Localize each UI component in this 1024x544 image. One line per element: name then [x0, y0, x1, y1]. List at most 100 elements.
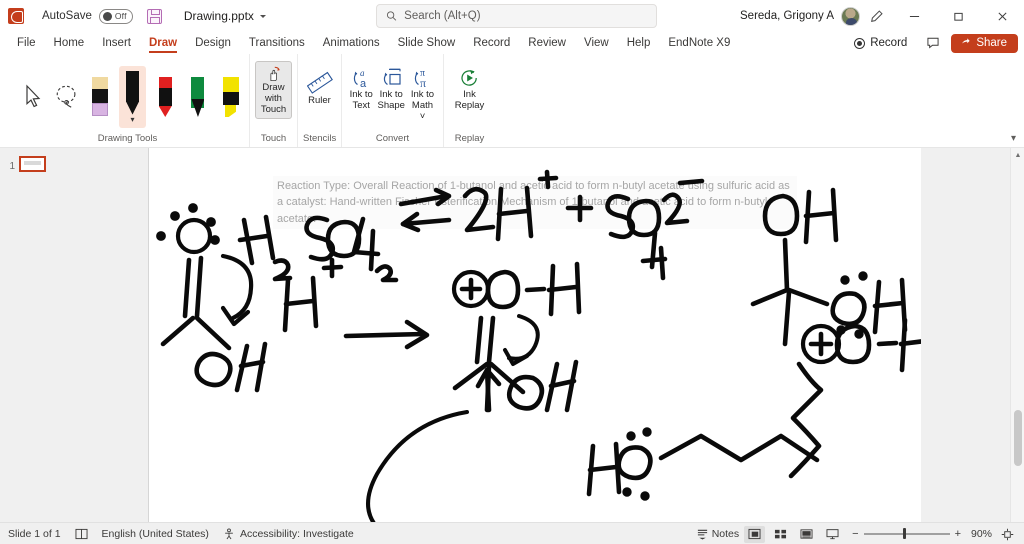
restore-button[interactable] — [936, 0, 980, 32]
document-title[interactable]: Drawing.pptx — [184, 9, 266, 23]
draw-with-touch-button[interactable]: Draw with Touch — [255, 61, 292, 119]
vertical-scrollbar[interactable]: ▲ — [1010, 148, 1024, 522]
ribbon-tab-bar: File Home Insert Draw Design Transitions… — [0, 32, 1024, 54]
scroll-up-arrow-icon[interactable]: ▲ — [1011, 148, 1024, 162]
tab-endnote[interactable]: EndNote X9 — [659, 32, 739, 54]
language-indicator[interactable]: English (United States) — [102, 528, 209, 540]
search-box[interactable] — [376, 4, 657, 28]
tab-file[interactable]: File — [8, 32, 45, 54]
ink-to-math-label: Ink to Math ˅ — [410, 89, 435, 122]
autosave-toggle[interactable]: Off — [98, 8, 133, 24]
tab-animations[interactable]: Animations — [314, 32, 389, 54]
tab-draw[interactable]: Draw — [140, 32, 186, 54]
draw-with-touch-label: Draw with Touch — [260, 82, 287, 116]
zoom-slider[interactable]: − + — [852, 528, 961, 540]
fit-to-window-icon[interactable] — [997, 526, 1018, 543]
highlighter-yellow-icon — [221, 77, 241, 117]
thumbnail-number: 1 — [9, 161, 15, 172]
share-icon — [962, 38, 970, 44]
tab-design[interactable]: Design — [186, 32, 240, 54]
zoom-handle[interactable] — [902, 528, 907, 540]
notes-label: Notes — [711, 528, 740, 540]
slide-sorter-view-button[interactable] — [770, 526, 791, 543]
zoom-in-button[interactable]: + — [955, 528, 961, 540]
search-input[interactable] — [404, 10, 647, 22]
tab-view[interactable]: View — [575, 32, 618, 54]
notes-icon — [697, 529, 707, 540]
slide-canvas-area[interactable]: Reaction Type: Overall Reaction of 1-but… — [149, 148, 1024, 522]
thumbnail-content-preview — [24, 161, 41, 165]
accessibility-label: Accessibility: Investigate — [239, 527, 354, 540]
save-icon[interactable] — [146, 8, 162, 24]
ribbon-group-label-convert: Convert — [375, 133, 410, 144]
eraser-tool[interactable] — [86, 75, 113, 119]
pen-green-icon — [189, 77, 206, 117]
slide-show-button[interactable] — [822, 526, 843, 543]
lasso-select-tool[interactable] — [54, 82, 81, 112]
accessibility-icon — [225, 528, 233, 539]
share-button-label: Share — [976, 36, 1007, 49]
pen-options-chevron-down-icon[interactable]: ▾ — [131, 115, 135, 124]
slide-counter[interactable]: Slide 1 of 1 — [8, 528, 61, 540]
chevron-down-icon[interactable]: ▾ — [1011, 133, 1016, 144]
tab-insert[interactable]: Insert — [93, 32, 140, 54]
minimize-button[interactable] — [892, 0, 936, 32]
ink-to-text-button[interactable]: a a Ink to Text — [347, 61, 375, 114]
ribbon-tab-bar-right: Record Share — [846, 32, 1018, 54]
avatar[interactable] — [841, 6, 860, 26]
zoom-track[interactable] — [863, 528, 950, 540]
notes-button[interactable]: Notes — [696, 528, 739, 540]
ribbon-group-replay: Ink Replay Replay — [443, 54, 495, 147]
ribbon-group-drawing-tools: ▾ Drawing Tools — [6, 54, 249, 147]
ink-to-shape-button[interactable]: Ink to Shape — [375, 61, 406, 114]
chevron-down-icon[interactable] — [259, 14, 266, 18]
notes-page-icon[interactable] — [75, 528, 88, 540]
autosave-state-label: Off — [114, 11, 127, 21]
ink-to-shape-icon — [384, 68, 401, 86]
share-button[interactable]: Share — [951, 33, 1018, 53]
ruler-icon — [306, 71, 333, 94]
pen-red-tool[interactable] — [152, 75, 179, 119]
comment-icon[interactable] — [921, 34, 945, 52]
account-control[interactable]: Sereda, Grigony A — [740, 6, 860, 26]
tab-help[interactable]: Help — [618, 32, 660, 54]
slide-thumbnail-1[interactable] — [19, 156, 46, 172]
highlighter-yellow-tool[interactable] — [217, 75, 244, 119]
ink-to-shape-label: Ink to Shape — [377, 89, 405, 111]
scrollbar-thumb[interactable] — [1014, 410, 1022, 466]
tab-slide-show[interactable]: Slide Show — [389, 32, 465, 54]
pen-green-tool[interactable] — [185, 75, 212, 119]
thumbnail-list-item[interactable]: 1 — [6, 156, 148, 172]
tab-transitions[interactable]: Transitions — [240, 32, 314, 54]
accessibility-status[interactable]: Accessibility: Investigate — [223, 528, 354, 540]
document-name-label: Drawing.pptx — [183, 9, 254, 23]
ruler-label: Ruler — [308, 95, 331, 106]
ink-drawing[interactable] — [149, 148, 921, 522]
tab-review[interactable]: Review — [519, 32, 575, 54]
touch-draw-icon — [269, 66, 280, 82]
cursor-arrow-icon — [26, 84, 41, 108]
zoom-out-button[interactable]: − — [852, 528, 858, 540]
pen-icon[interactable] — [860, 0, 892, 32]
select-tool[interactable] — [21, 82, 48, 112]
ink-replay-button[interactable]: Ink Replay — [449, 61, 490, 114]
pen-black-tool[interactable]: ▾ — [119, 66, 146, 128]
lasso-icon — [56, 85, 76, 108]
normal-view-button[interactable] — [744, 525, 766, 543]
ruler-button[interactable]: Ruler — [303, 61, 336, 109]
ribbon-group-label-stencils: Stencils — [303, 133, 337, 144]
slide-canvas[interactable]: Reaction Type: Overall Reaction of 1-but… — [149, 148, 921, 522]
reading-view-button[interactable] — [796, 526, 817, 543]
pen-black-icon — [124, 70, 141, 115]
zoom-level-label[interactable]: 90% — [966, 528, 992, 540]
slide-thumbnail-pane[interactable]: 1 — [0, 148, 149, 522]
ink-to-text-icon: a a — [354, 68, 367, 89]
ink-to-math-button[interactable]: π π Ink to Math ˅ — [407, 61, 438, 125]
ribbon-group-label-drawing-tools: Drawing Tools — [97, 133, 158, 144]
tab-record[interactable]: Record — [464, 32, 519, 54]
close-button[interactable] — [980, 0, 1024, 32]
tab-home[interactable]: Home — [45, 32, 94, 54]
autosave-control[interactable]: AutoSave Off — [42, 8, 133, 24]
record-button[interactable]: Record — [846, 35, 915, 51]
ribbon-group-stencils: Ruler Stencils — [297, 54, 341, 147]
